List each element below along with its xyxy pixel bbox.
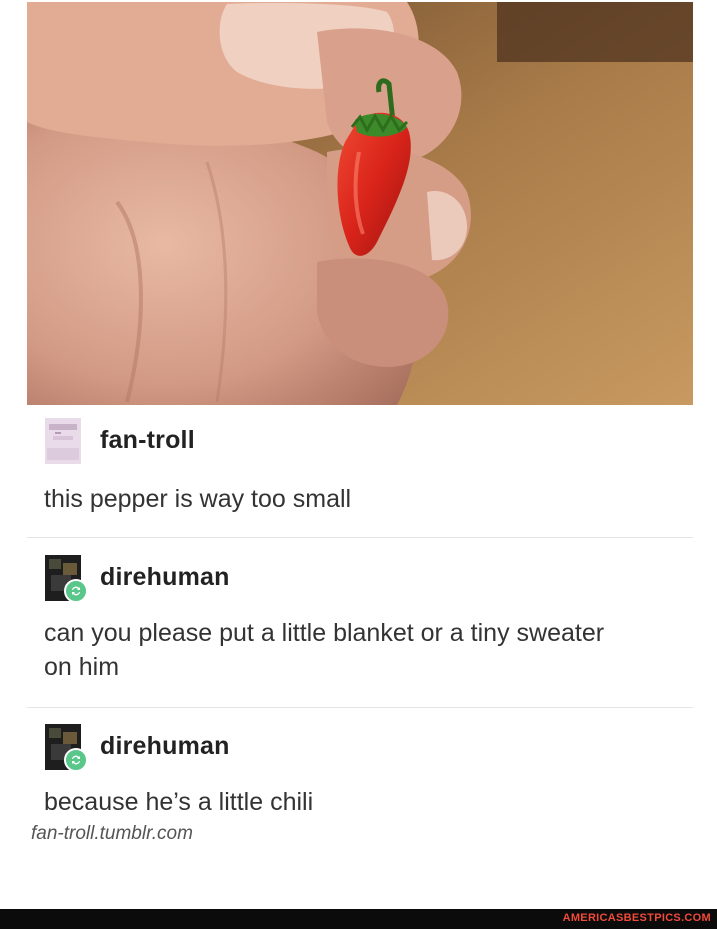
username[interactable]: direhuman (100, 732, 230, 761)
reblog-icon (64, 748, 88, 772)
source-link[interactable]: fan-troll.tumblr.com (31, 823, 193, 845)
reblog-entry: direhuman because he’s a little chili (27, 724, 693, 816)
divider (27, 537, 693, 538)
dark-avatar-icon[interactable] (45, 724, 88, 772)
post-text: this pepper is way too small (44, 485, 352, 513)
post-photo[interactable] (27, 2, 693, 405)
reblog-entry: fan-troll this pepper is way too small (27, 418, 693, 538)
reblog-icon (64, 579, 88, 603)
dark-avatar-icon[interactable] (45, 555, 88, 603)
post-text: can you please put a little blanket or a… (44, 619, 605, 681)
footer-bar: AMERICASBESTPICS.COM (0, 909, 717, 929)
post-text: because he’s a little chili (44, 788, 314, 816)
pastel-avatar-icon[interactable] (45, 418, 81, 464)
username[interactable]: direhuman (100, 563, 230, 592)
username[interactable]: fan-troll (100, 426, 195, 455)
reblog-entry: direhuman can you please put a little bl… (27, 555, 693, 710)
watermark: AMERICASBESTPICS.COM (562, 912, 711, 924)
divider (27, 707, 693, 708)
chili-pepper-photo (27, 2, 693, 405)
